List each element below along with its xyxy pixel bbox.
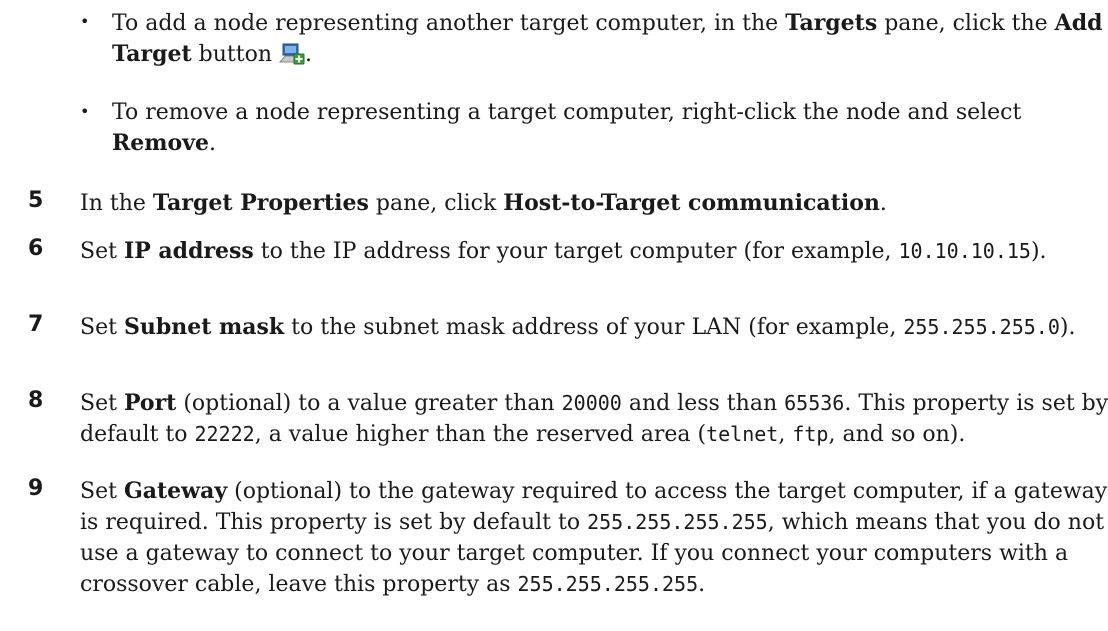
step-number: 9 bbox=[28, 476, 44, 501]
targets-pane-label: Targets bbox=[785, 10, 878, 36]
bullet-text: To add a node representing another targe… bbox=[112, 10, 1103, 67]
bullet-add-target: • To add a node representing another tar… bbox=[80, 8, 1103, 70]
step-number: 5 bbox=[28, 188, 44, 213]
bullet-remove-target: • To remove a node representing a target… bbox=[80, 98, 1100, 160]
bullet-text: To remove a node representing a target c… bbox=[112, 100, 1022, 156]
step-text: Set Gateway (optional) to the gateway re… bbox=[80, 478, 1108, 597]
bullet-marker: • bbox=[80, 102, 90, 121]
document-page: { "bullets": [ { "t1": "To add a node re… bbox=[0, 0, 1108, 631]
remove-label: Remove bbox=[112, 130, 210, 156]
step-text: Set IP address to the IP address for you… bbox=[80, 238, 1047, 264]
bullet-marker: • bbox=[80, 12, 90, 31]
step-text: Set Subnet mask to the subnet mask addre… bbox=[80, 314, 1076, 340]
step-text: Set Port (optional) to a value greater t… bbox=[80, 390, 1108, 447]
add-target-icon bbox=[278, 43, 305, 65]
step-text: In the Target Properties pane, click Hos… bbox=[80, 190, 887, 216]
step-number: 7 bbox=[28, 312, 44, 337]
step-number: 8 bbox=[28, 388, 44, 413]
step-number: 6 bbox=[28, 236, 44, 261]
